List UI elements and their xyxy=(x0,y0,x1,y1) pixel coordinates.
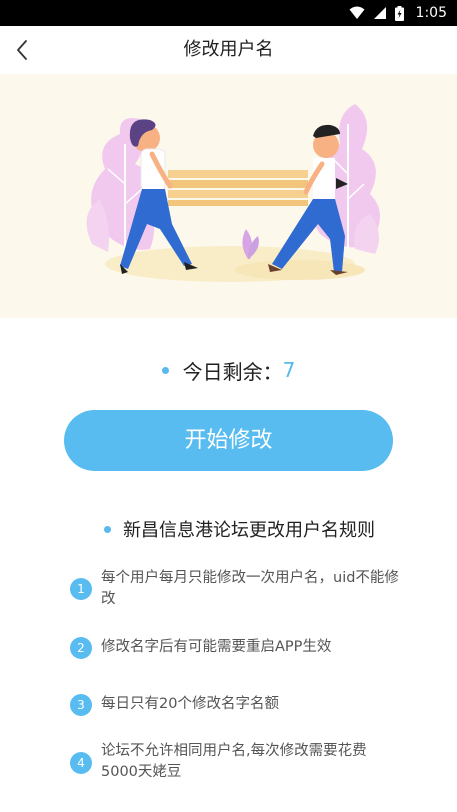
status-bar: 1:05 xyxy=(0,0,457,26)
status-time: 1:05 xyxy=(415,5,447,21)
bullet-dot xyxy=(161,366,169,374)
rule-text: 每个用户每月只能修改一次用户名，uid不能修改 xyxy=(101,570,399,607)
rule-number-badge: 1 xyxy=(70,578,92,600)
signal-icon xyxy=(373,7,386,19)
remaining-today: 今日剩余： 7 xyxy=(0,352,457,388)
back-button[interactable] xyxy=(6,34,38,66)
bullet-dot xyxy=(104,525,111,533)
rule-text: 每日只有20个修改名字名额 xyxy=(101,696,279,712)
rule-number-badge: 4 xyxy=(70,752,92,774)
back-arrow-icon xyxy=(17,40,27,60)
rule-number-badge: 3 xyxy=(70,694,92,716)
battery-icon xyxy=(394,5,404,21)
rules-title-text: 新昌信息港论坛更改用户名规则 xyxy=(123,520,375,541)
wifi-icon xyxy=(349,6,365,19)
status-icons: 1:05 xyxy=(349,0,447,26)
remaining-label: 今日剩余： xyxy=(182,359,283,384)
nav-bar: 修改用户名 xyxy=(0,26,457,74)
start-modify-button[interactable]: 开始修改 xyxy=(64,410,393,471)
rule-text: 论坛不允许相同用户名,每次修改需要花费5000天姥豆 xyxy=(101,743,367,780)
remaining-value: 7 xyxy=(282,358,296,382)
banner-illustration xyxy=(0,74,457,318)
rule-number-badge: 2 xyxy=(70,637,92,659)
page-title: 修改用户名 xyxy=(183,39,274,60)
people-carrying-bench-illustration xyxy=(86,104,380,282)
rule-text: 修改名字后有可能需要重启APP生效 xyxy=(101,639,332,655)
rules-title: 新昌信息港论坛更改用户名规则 xyxy=(104,514,375,544)
